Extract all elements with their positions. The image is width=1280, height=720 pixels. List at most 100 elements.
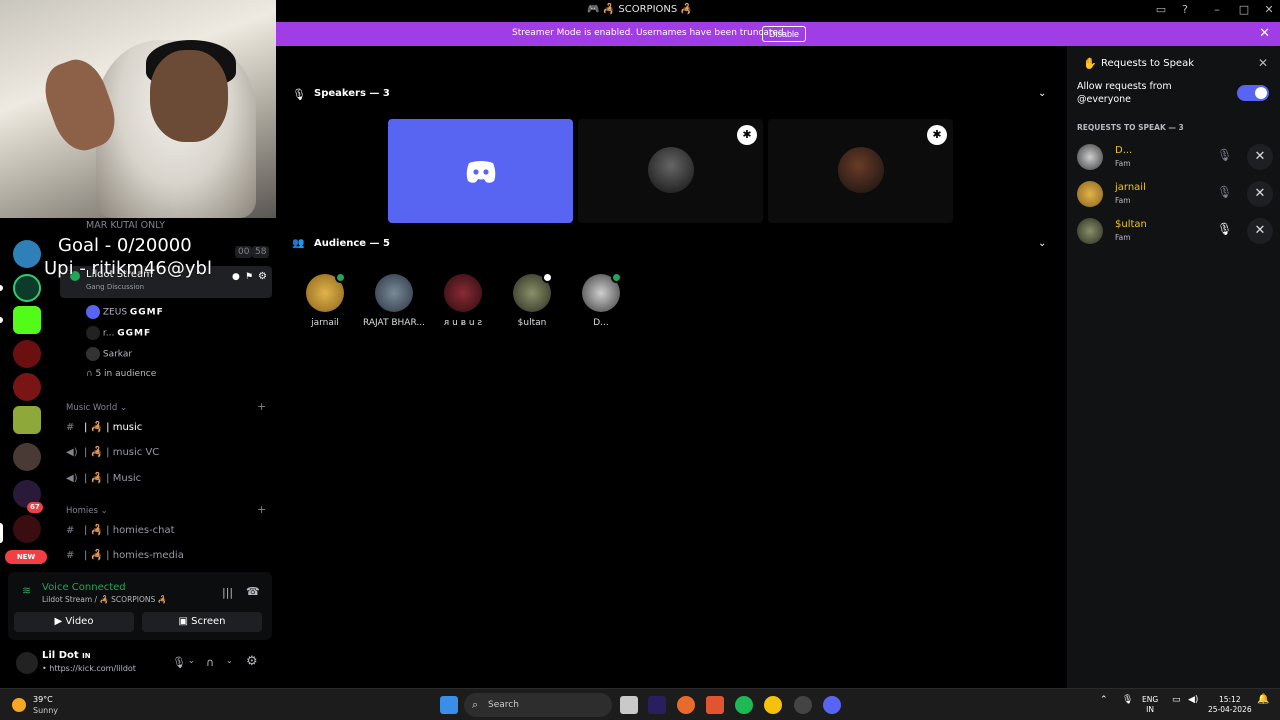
chrome-icon[interactable] bbox=[764, 696, 782, 714]
category-homies[interactable]: Homies ⌄ bbox=[66, 506, 108, 516]
audience-member[interactable]: $ultan bbox=[497, 272, 567, 328]
add-channel-icon[interactable]: + bbox=[257, 400, 266, 413]
audience-member[interactable]: D... bbox=[566, 272, 636, 328]
dismiss-request-icon[interactable]: ✕ bbox=[1247, 181, 1273, 207]
close-window-icon[interactable]: ✕ bbox=[1262, 3, 1276, 17]
avatar[interactable] bbox=[1077, 218, 1103, 244]
avatar[interactable] bbox=[1077, 144, 1103, 170]
volume-icon[interactable]: ◀) bbox=[1188, 695, 1198, 705]
avatar bbox=[582, 272, 622, 312]
spotify-icon[interactable] bbox=[735, 696, 753, 714]
server-icon[interactable] bbox=[13, 240, 41, 268]
channel-music-vc[interactable]: ◀) | 🦂 | music VC bbox=[66, 447, 159, 458]
folder-icon[interactable] bbox=[13, 443, 41, 471]
channel-homies-chat[interactable]: # | 🦂 | homies-chat bbox=[66, 525, 175, 536]
maximize-icon[interactable]: □ bbox=[1237, 3, 1251, 17]
sun-icon bbox=[12, 698, 26, 712]
audience-member[interactable]: RAJAT BHAR... bbox=[359, 274, 429, 328]
text-channel-icon: # bbox=[66, 525, 75, 536]
chevron-down-icon[interactable]: ⌄ bbox=[188, 656, 195, 665]
server-icon[interactable] bbox=[13, 515, 41, 543]
speaker-tile[interactable]: ✱ bbox=[768, 119, 953, 223]
inbox-icon[interactable]: ▭ bbox=[1154, 3, 1168, 17]
voice-status[interactable]: Voice Connected bbox=[42, 582, 126, 593]
stage-member[interactable]: Sarkar bbox=[86, 347, 132, 361]
microphone-icon: 🎙 bbox=[292, 88, 306, 101]
signal-icon[interactable]: ≋ bbox=[22, 584, 31, 597]
counter-right: 58 bbox=[252, 246, 270, 258]
obs-icon[interactable] bbox=[794, 696, 812, 714]
channel-homies-media[interactable]: # | 🦂 | homies-media bbox=[66, 550, 184, 561]
channel-music[interactable]: # | 🦂 | music bbox=[66, 422, 142, 433]
microphone-icon[interactable]: 🎙 bbox=[1122, 695, 1133, 705]
speaker-tile[interactable] bbox=[388, 119, 573, 223]
firefox-icon[interactable] bbox=[677, 696, 695, 714]
server-icon[interactable] bbox=[13, 406, 41, 434]
dismiss-request-icon[interactable]: ✕ bbox=[1247, 144, 1273, 170]
headphones-icon: ∩ bbox=[86, 369, 93, 379]
premiere-icon[interactable] bbox=[648, 696, 666, 714]
chat-icon[interactable]: ● bbox=[232, 272, 240, 282]
settings-gear-icon[interactable]: ⚙ bbox=[258, 271, 267, 282]
video-button[interactable]: ▶ Video bbox=[14, 612, 134, 632]
channel-music-voice[interactable]: ◀) | 🦂 | Music bbox=[66, 473, 141, 484]
requests-header: REQUESTS TO SPEAK — 3 bbox=[1077, 123, 1184, 132]
audience-count[interactable]: ∩ 5 in audience bbox=[86, 369, 156, 379]
network-icon[interactable]: ▭ bbox=[1172, 695, 1181, 705]
clock[interactable]: 15:12 25-04-2026 bbox=[1208, 695, 1252, 715]
avatar[interactable] bbox=[16, 652, 38, 674]
soundboard-icon[interactable]: ||| bbox=[222, 586, 233, 599]
allow-requests-toggle[interactable] bbox=[1237, 85, 1269, 101]
kick-server-icon[interactable] bbox=[13, 306, 41, 334]
chevron-down-icon[interactable]: ⌄ bbox=[226, 656, 233, 665]
server-icon[interactable] bbox=[13, 274, 41, 302]
screen-share-button[interactable]: ▣ Screen bbox=[142, 612, 262, 632]
microphone-icon[interactable]: 🎙 bbox=[172, 656, 186, 669]
audience-member[interactable]: ᴙ u ᴃ u ƨ bbox=[428, 274, 498, 328]
chevron-down-icon[interactable]: ⌄ bbox=[1038, 238, 1046, 249]
category-music-world[interactable]: Music World ⌄ bbox=[66, 403, 127, 413]
minimize-icon[interactable]: – bbox=[1210, 3, 1224, 17]
voice-connected-panel: ≋ Voice Connected Lildot Stream / 🦂 SCOR… bbox=[8, 572, 272, 640]
avatar[interactable] bbox=[1077, 181, 1103, 207]
stage-member[interactable]: ZEUS GGMF bbox=[86, 305, 164, 319]
custom-status: • https://kick.com/lildot bbox=[42, 664, 136, 673]
stage-member[interactable]: r... GGMF bbox=[86, 326, 151, 340]
windows-start-icon[interactable] bbox=[440, 696, 458, 714]
invite-icon[interactable]: ⚑ bbox=[245, 272, 253, 282]
close-panel-icon[interactable]: ✕ bbox=[1258, 56, 1268, 70]
disconnect-icon[interactable]: ☎ bbox=[246, 585, 260, 598]
headphones-icon[interactable]: ∩ bbox=[206, 656, 214, 669]
invite-to-speak-icon[interactable]: 🎙 bbox=[1217, 185, 1232, 199]
invite-to-speak-icon[interactable]: 🎙 bbox=[1217, 222, 1232, 236]
help-icon[interactable]: ? bbox=[1178, 3, 1192, 17]
fl-studio-icon[interactable] bbox=[706, 696, 724, 714]
allow-requests-label: Allow requests from @everyone bbox=[1077, 81, 1172, 105]
channel-mar-kutai[interactable]: MAR KUTAI ONLY bbox=[86, 220, 165, 231]
speaker-tile[interactable]: ✱ bbox=[578, 119, 763, 223]
file-explorer-icon[interactable] bbox=[620, 696, 638, 714]
speak-request-row: $ultan Fam 🎙 ✕ bbox=[1077, 218, 1277, 250]
chevron-down-icon[interactable]: ⌄ bbox=[1038, 88, 1046, 99]
user-settings-gear-icon[interactable]: ⚙ bbox=[246, 654, 258, 669]
language-indicator[interactable]: ENG IN bbox=[1142, 695, 1158, 715]
discord-logo-icon bbox=[466, 161, 496, 183]
close-banner-icon[interactable]: ✕ bbox=[1259, 26, 1270, 41]
unread-badge: 67 bbox=[27, 502, 43, 513]
discord-icon[interactable] bbox=[823, 696, 841, 714]
disable-streamer-mode-button[interactable]: Disable bbox=[762, 26, 807, 42]
add-channel-icon[interactable]: + bbox=[257, 503, 266, 516]
dismiss-request-icon[interactable]: ✕ bbox=[1247, 218, 1273, 244]
speaker-icon: ◀) bbox=[66, 447, 78, 458]
taskbar-search[interactable]: ⌕ Search bbox=[464, 693, 612, 717]
new-badge: NEW bbox=[5, 550, 47, 564]
chevron-up-icon[interactable]: ⌃ bbox=[1100, 695, 1108, 705]
username[interactable]: Lil Dot IN bbox=[42, 650, 91, 661]
voice-location[interactable]: Lildot Stream / 🦂 SCORPIONS 🦂 bbox=[42, 595, 167, 604]
scorpions-server-icon[interactable] bbox=[13, 340, 41, 368]
audience-member[interactable]: jarnail bbox=[290, 272, 360, 328]
notification-icon[interactable]: 🔔 bbox=[1257, 695, 1269, 705]
server-icon[interactable] bbox=[13, 373, 41, 401]
raised-hand-icon: ✋ bbox=[1083, 57, 1097, 70]
invite-to-speak-icon[interactable]: 🎙 bbox=[1217, 148, 1232, 162]
